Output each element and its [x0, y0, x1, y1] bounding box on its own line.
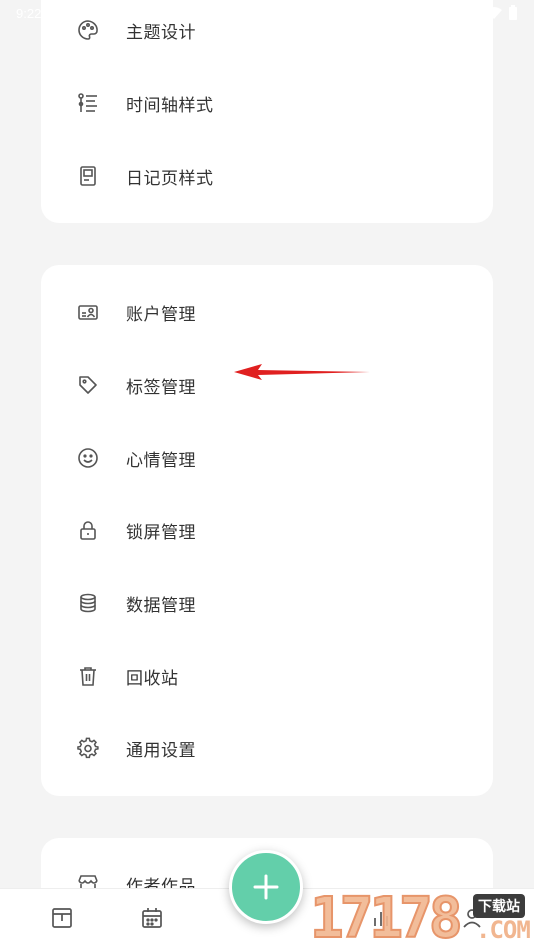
- status-bar: 9:22: [0, 0, 534, 26]
- settings-item-recycle-bin[interactable]: 回收站: [41, 648, 493, 704]
- notification-status-icon: [95, 6, 108, 18]
- watermark-suffix: .COM: [476, 916, 531, 944]
- annotation-arrow: [234, 364, 370, 380]
- settings-card-appearance: 主题设计 时间轴样式 日记页样式: [41, 0, 493, 223]
- nav-calendar[interactable]: [139, 905, 165, 931]
- archive-icon: [52, 908, 72, 928]
- settings-item-label: 锁屏管理: [126, 522, 196, 543]
- database-icon: [76, 591, 100, 615]
- settings-item-label: 日记页样式: [126, 168, 214, 189]
- sync-status-icon: [74, 7, 87, 19]
- gear-icon: [76, 736, 100, 760]
- site-watermark: 17178 下载站 .COM: [308, 886, 534, 950]
- settings-item-label: 账户管理: [126, 304, 196, 325]
- add-entry-button[interactable]: [229, 850, 303, 924]
- nav-archive[interactable]: [49, 905, 75, 931]
- settings-item-label: 时间轴样式: [126, 95, 214, 116]
- page-icon: [76, 164, 100, 188]
- smile-icon: [76, 446, 100, 470]
- battery-icon: [509, 5, 517, 20]
- timeline-icon: [76, 91, 100, 115]
- settings-item-label: 通用设置: [126, 740, 196, 761]
- watermark-digits: 17178: [309, 886, 464, 950]
- settings-item-timeline-style[interactable]: 时间轴样式: [41, 75, 493, 131]
- settings-item-account[interactable]: 账户管理: [41, 284, 493, 340]
- calendar-icon: [142, 908, 162, 928]
- status-time: 9:22: [16, 5, 42, 21]
- settings-item-lock-screen[interactable]: 锁屏管理: [41, 502, 493, 558]
- lock-icon: [76, 518, 100, 542]
- add-icon: [253, 874, 279, 900]
- settings-item-diary-page-style[interactable]: 日记页样式: [41, 148, 493, 204]
- settings-item-data[interactable]: 数据管理: [41, 575, 493, 631]
- tag-icon: [76, 373, 100, 397]
- settings-card-management: 账户管理 标签管理 心情管理 锁屏管理 数据管理 回收站 通用设置: [41, 265, 493, 796]
- settings-item-label: 回收站: [126, 668, 179, 689]
- account-icon: [76, 300, 100, 324]
- settings-item-label: 标签管理: [126, 377, 196, 398]
- trash-icon: [76, 664, 100, 688]
- settings-item-general[interactable]: 通用设置: [41, 720, 493, 776]
- status-icons: [51, 6, 108, 20]
- settings-status-icon: [52, 7, 65, 19]
- settings-item-mood[interactable]: 心情管理: [41, 430, 493, 486]
- wifi-icon: [486, 7, 502, 19]
- watermark-badge: 下载站: [473, 894, 525, 918]
- settings-item-label: 数据管理: [126, 595, 196, 616]
- settings-item-label: 心情管理: [126, 450, 196, 471]
